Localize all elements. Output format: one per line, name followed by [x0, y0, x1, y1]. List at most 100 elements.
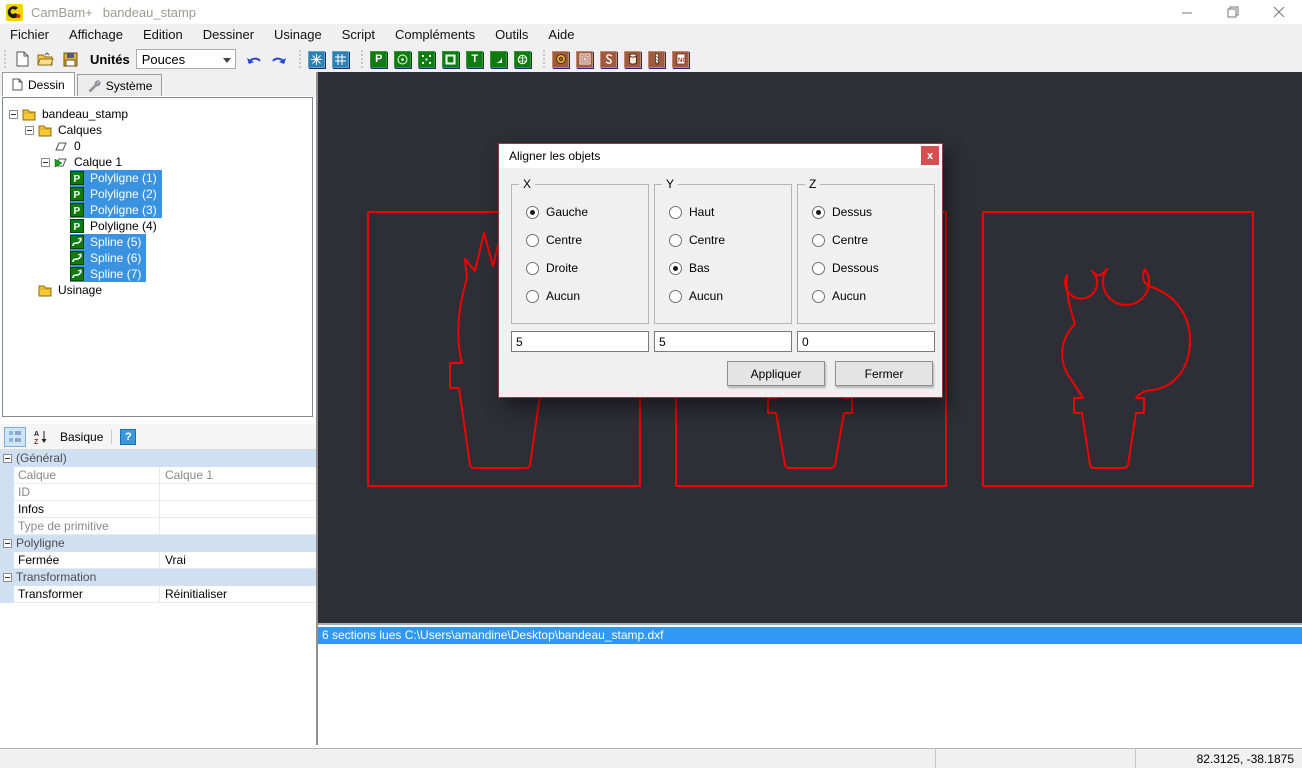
- draw-polyline-button[interactable]: P: [368, 48, 390, 70]
- tree-node-calques[interactable]: Calques: [3, 122, 312, 138]
- tree-node-root[interactable]: bandeau_stamp: [3, 106, 312, 122]
- snap-grid-button[interactable]: [330, 48, 352, 70]
- collapse-toggle[interactable]: [25, 126, 34, 135]
- property-value[interactable]: Réinitialiser: [160, 586, 316, 603]
- toolbar-grip[interactable]: [359, 50, 365, 68]
- radio-z-aucun[interactable]: Aucun: [812, 289, 934, 303]
- mop-drill-button[interactable]: [646, 48, 668, 70]
- menu-fichier[interactable]: Fichier: [0, 24, 59, 46]
- title-bar: CamBam+ bandeau_stamp: [0, 0, 1302, 24]
- new-file-button[interactable]: [11, 48, 33, 70]
- menu-outils[interactable]: Outils: [485, 24, 538, 46]
- radio-icon: [812, 234, 825, 247]
- mop-pocket-button[interactable]: [574, 48, 596, 70]
- draw-circle-button[interactable]: [392, 48, 414, 70]
- draw-surface-button[interactable]: [512, 48, 534, 70]
- spline-icon: [70, 267, 84, 281]
- units-combobox[interactable]: Pouces: [136, 49, 236, 69]
- menu-dessiner[interactable]: Dessiner: [193, 24, 264, 46]
- tree-node-polyligne3[interactable]: P Polyligne (3): [3, 202, 312, 218]
- restore-button[interactable]: [1210, 0, 1256, 24]
- tree-node-usinage[interactable]: Usinage: [3, 282, 312, 298]
- fermer-button[interactable]: Fermer: [835, 361, 933, 386]
- dialog-close-button[interactable]: x: [921, 146, 939, 165]
- minimize-button[interactable]: [1164, 0, 1210, 24]
- property-category[interactable]: (Général): [0, 450, 316, 467]
- draw-text-button[interactable]: T: [464, 48, 486, 70]
- alphabetical-sort-button[interactable]: AZ: [30, 427, 52, 447]
- tree-node-polyligne2[interactable]: P Polyligne (2): [3, 186, 312, 202]
- draw-arc-button[interactable]: [488, 48, 510, 70]
- property-category[interactable]: Transformation: [0, 569, 316, 586]
- apply-button[interactable]: Appliquer: [727, 361, 825, 386]
- tab-dessin[interactable]: Dessin: [2, 72, 75, 96]
- radio-y-bas[interactable]: Bas: [669, 261, 791, 275]
- menu-complements[interactable]: Compléments: [385, 24, 485, 46]
- menu-aide[interactable]: Aide: [538, 24, 584, 46]
- toolbar-grip[interactable]: [2, 50, 8, 68]
- tree-node-spline6[interactable]: Spline (6): [3, 250, 312, 266]
- panel-tabs: Dessin Système: [0, 72, 316, 96]
- polyline-icon: P: [70, 187, 84, 201]
- radio-y-aucun[interactable]: Aucun: [669, 289, 791, 303]
- save-button[interactable]: [59, 48, 81, 70]
- undo-button[interactable]: [244, 48, 266, 70]
- mop-profile-button[interactable]: [550, 48, 572, 70]
- open-file-button[interactable]: [35, 48, 57, 70]
- y-offset-input[interactable]: [654, 331, 792, 352]
- property-value[interactable]: Calque 1: [160, 467, 316, 484]
- wrench-icon: [87, 79, 101, 92]
- radio-z-dessus[interactable]: Dessus: [812, 205, 934, 219]
- tree-node-calque1[interactable]: Calque 1: [3, 154, 312, 170]
- gcode-file-button[interactable]: NC: [670, 48, 692, 70]
- radio-y-centre[interactable]: Centre: [669, 233, 791, 247]
- draw-rectangle-button[interactable]: [440, 48, 462, 70]
- tree-node-label: Calques: [56, 123, 104, 137]
- menu-edition[interactable]: Edition: [133, 24, 193, 46]
- categorized-view-button[interactable]: [4, 427, 26, 447]
- radio-icon: [669, 290, 682, 303]
- radio-y-haut[interactable]: Haut: [669, 205, 791, 219]
- mop-3d-profile-button[interactable]: [622, 48, 644, 70]
- page-icon: [12, 78, 23, 91]
- group-z-label: Z: [805, 177, 820, 191]
- tab-systeme[interactable]: Système: [77, 74, 163, 96]
- radio-z-centre[interactable]: Centre: [812, 233, 934, 247]
- property-category[interactable]: Polyligne: [0, 535, 316, 552]
- radio-x-aucun[interactable]: Aucun: [526, 289, 648, 303]
- help-icon[interactable]: ?: [120, 429, 136, 445]
- group-y: Y Haut Centre Bas Aucun: [654, 184, 792, 324]
- property-value[interactable]: [160, 501, 316, 518]
- radio-x-gauche[interactable]: Gauche: [526, 205, 648, 219]
- toolbar-grip[interactable]: [297, 50, 303, 68]
- z-offset-input[interactable]: [797, 331, 935, 352]
- x-offset-input[interactable]: [511, 331, 649, 352]
- tree-node-polyligne1[interactable]: P Polyligne (1): [3, 170, 312, 186]
- snap-point-button[interactable]: [306, 48, 328, 70]
- menu-affichage[interactable]: Affichage: [59, 24, 133, 46]
- menu-usinage[interactable]: Usinage: [264, 24, 332, 46]
- tree-node-spline7[interactable]: Spline (7): [3, 266, 312, 282]
- property-value[interactable]: [160, 518, 316, 535]
- redo-button[interactable]: [268, 48, 290, 70]
- tree-node-polyligne4[interactable]: P Polyligne (4): [3, 218, 312, 234]
- property-label: ID: [14, 484, 160, 501]
- menu-script[interactable]: Script: [332, 24, 385, 46]
- mop-engrave-button[interactable]: [598, 48, 620, 70]
- tree-node-spline5[interactable]: Spline (5): [3, 234, 312, 250]
- toolbar-grip[interactable]: [541, 50, 547, 68]
- collapse-toggle[interactable]: [41, 158, 50, 167]
- view-mode-label[interactable]: Basique: [60, 430, 103, 444]
- tree-node-layer0[interactable]: 0: [3, 138, 312, 154]
- dialog-title-bar[interactable]: Aligner les objets x: [499, 144, 942, 168]
- radio-x-centre[interactable]: Centre: [526, 233, 648, 247]
- radio-z-dessous[interactable]: Dessous: [812, 261, 934, 275]
- property-value[interactable]: [160, 484, 316, 501]
- draw-points-button[interactable]: [416, 48, 438, 70]
- close-button[interactable]: [1256, 0, 1302, 24]
- collapse-toggle[interactable]: [9, 110, 18, 119]
- folder-icon: [38, 283, 52, 297]
- radio-x-droite[interactable]: Droite: [526, 261, 648, 275]
- tab-systeme-label: Système: [106, 79, 153, 93]
- property-value[interactable]: Vrai: [160, 552, 316, 569]
